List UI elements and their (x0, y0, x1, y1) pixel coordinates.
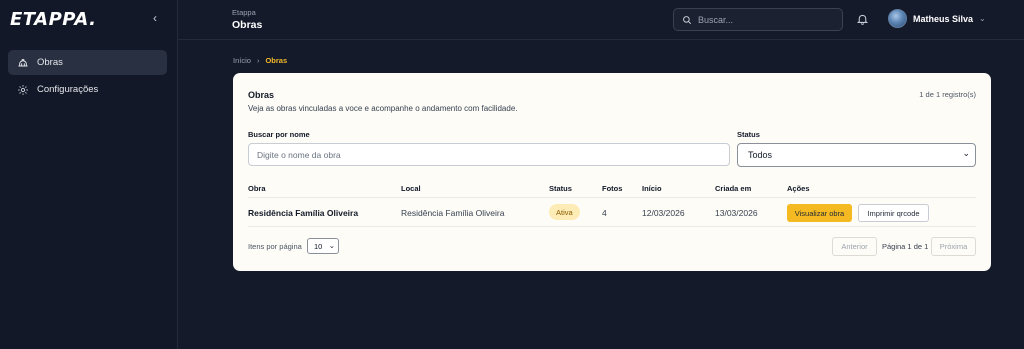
user-name: Matheus Silva (913, 13, 974, 24)
name-filter-label: Buscar por nome (248, 130, 310, 139)
cell-criada-em: 13/03/2026 (715, 208, 758, 218)
per-page-value: 10 (314, 241, 323, 251)
topbar: Etappa Obras Matheus Silva ⌄ (178, 0, 1024, 40)
column-header-criada-em: Criada em (715, 184, 752, 193)
chevron-down-icon: ⌄ (979, 14, 986, 23)
status-select[interactable]: Todos ⌄ (737, 143, 976, 167)
column-header-local: Local (401, 184, 421, 193)
cell-local: Residência Família Oliveira (401, 208, 505, 218)
bell-icon[interactable] (856, 12, 869, 26)
status-select-value: Todos (748, 150, 773, 160)
breadcrumb: Início › Obras (233, 56, 287, 65)
column-header-fotos: Fotos (602, 184, 623, 193)
search-box (673, 8, 843, 31)
chevron-down-icon: ⌄ (328, 241, 335, 250)
gear-icon (17, 84, 29, 96)
breadcrumb-home[interactable]: Início (233, 56, 251, 65)
print-qrcode-button[interactable]: Imprimir qrcode (858, 204, 929, 222)
chevron-down-icon: ⌄ (962, 148, 970, 158)
per-page-select[interactable]: 10 ⌄ (307, 238, 339, 254)
chevron-right-icon: › (256, 56, 260, 65)
prev-page-button[interactable]: Anterior (832, 237, 877, 256)
obras-card: Obras Veja as obras vinculadas a voce e … (233, 73, 991, 271)
avatar (888, 9, 907, 28)
per-page-label: Itens por página (248, 242, 302, 251)
search-input[interactable] (698, 14, 838, 25)
breadcrumb-current: Obras (265, 56, 288, 65)
page-title: Obras (232, 19, 263, 31)
helmet-icon (17, 57, 29, 69)
app-logo: ETAPPA. (10, 9, 97, 30)
name-search-input[interactable] (248, 143, 730, 166)
header-subtitle: Etappa (232, 8, 256, 17)
sidebar-item-configuracoes[interactable]: Configurações (8, 77, 167, 102)
card-description: Veja as obras vinculadas a voce e acompa… (248, 104, 518, 113)
column-header-acoes: Ações (787, 184, 810, 193)
column-header-status: Status (549, 184, 572, 193)
sidebar: ETAPPA. ‹ Obras Configurações (0, 0, 178, 349)
collapse-sidebar-icon[interactable]: ‹ (148, 11, 162, 25)
sidebar-item-label: Obras (37, 57, 63, 68)
user-menu[interactable]: Matheus Silva ⌄ (888, 9, 986, 28)
record-count: 1 de 1 registro(s) (919, 90, 976, 99)
search-icon (682, 15, 692, 25)
sidebar-item-label: Configurações (37, 84, 99, 95)
card-title: Obras (248, 90, 275, 100)
sidebar-item-obras[interactable]: Obras (8, 50, 167, 75)
status-badge: Ativa (549, 204, 580, 220)
cell-inicio: 12/03/2026 (642, 208, 685, 218)
status-filter-label: Status (737, 130, 760, 139)
page-info: Página 1 de 1 (882, 242, 929, 251)
table-divider (248, 226, 976, 227)
table-divider (248, 197, 976, 198)
next-page-button[interactable]: Próxima (931, 237, 976, 256)
view-obra-button[interactable]: Visualizar obra (787, 204, 852, 222)
cell-obra: Residência Família Oliveira (248, 208, 359, 218)
cell-fotos: 4 (602, 208, 607, 218)
column-header-inicio: Início (642, 184, 662, 193)
column-header-obra: Obra (248, 184, 266, 193)
